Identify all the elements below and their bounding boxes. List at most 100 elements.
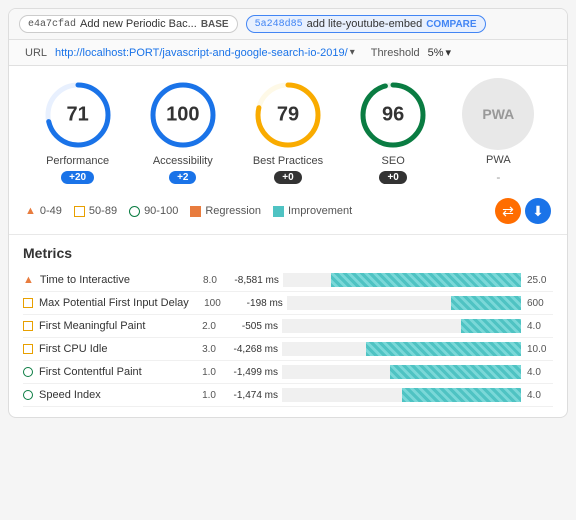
metric-circle-icon: [23, 390, 33, 400]
base-hash: e4a7cfad: [28, 19, 76, 30]
base-commit-badge[interactable]: e4a7cfad Add new Periodic Bac... BASE: [19, 15, 238, 33]
best-practices-delta: +0: [274, 171, 301, 184]
accessibility-circle: 100: [147, 79, 219, 151]
metric-compare-val: 4.0: [527, 321, 553, 332]
best-practices-label: Best Practices: [253, 155, 323, 167]
metric-triangle-icon: ▲: [23, 274, 34, 286]
best-practices-value: 79: [277, 103, 299, 126]
metric-bar-fill: [366, 342, 521, 356]
seo-circle: 96: [357, 79, 429, 151]
metric-bar-container: -8,581 ms: [223, 273, 521, 287]
metric-bar-container: -505 ms: [222, 319, 521, 333]
threshold-arrow: ▾: [446, 46, 452, 59]
metric-compare-val: 25.0: [527, 275, 553, 286]
metric-row-speed-index: Speed Index 1.0 -1,474 ms 4.0: [23, 384, 553, 407]
action-button-blue[interactable]: ⬇: [525, 198, 551, 224]
metric-name: Time to Interactive: [40, 274, 185, 286]
metric-name: First Contentful Paint: [39, 366, 184, 378]
performance-value: 71: [66, 103, 88, 126]
metric-compare-val: 10.0: [527, 344, 553, 355]
metric-bar-container: -1,474 ms: [222, 388, 521, 402]
metric-bar-fill: [451, 296, 521, 310]
metric-compare-val: 4.0: [527, 390, 553, 401]
pwa-text: PWA: [482, 106, 514, 122]
metric-bar-wrap: [287, 296, 521, 310]
metric-base-val: 8.0: [191, 275, 217, 286]
accessibility-label: Accessibility: [153, 155, 213, 167]
metric-base-val: 100: [195, 298, 221, 309]
metric-diff: -4,268 ms: [222, 344, 278, 355]
metric-bar-wrap: [282, 388, 521, 402]
threshold-label: Threshold: [371, 47, 420, 59]
metric-row-first-contentful-paint: First Contentful Paint 1.0 -1,499 ms 4.0: [23, 361, 553, 384]
metric-bar-wrap: [283, 273, 521, 287]
metric-square-icon: [23, 344, 33, 354]
metrics-title: Metrics: [23, 245, 553, 261]
base-label: BASE: [201, 19, 229, 30]
metric-name: First CPU Idle: [39, 343, 184, 355]
legend-regression: Regression: [190, 205, 261, 217]
metric-name: Speed Index: [39, 389, 184, 401]
compare-commit-badge[interactable]: 5a248d85 add lite-youtube-embed COMPARE: [246, 15, 486, 33]
metric-bar-fill: [402, 388, 522, 402]
regression-icon: [190, 206, 201, 217]
best-practices-circle: 79: [252, 79, 324, 151]
score-performance: 71 Performance +20: [42, 79, 114, 184]
metric-row-first-cpu-idle: First CPU Idle 3.0 -4,268 ms 10.0: [23, 338, 553, 361]
metric-circle-icon: [23, 367, 33, 377]
metric-row-time-to-interactive: ▲ Time to Interactive 8.0 -8,581 ms 25.0: [23, 269, 553, 292]
legend-section: ▲ 0-49 50-89 90-100 Regression Improveme…: [9, 188, 567, 235]
metric-bar-fill: [461, 319, 521, 333]
seo-label: SEO: [382, 155, 405, 167]
circle-icon: [129, 206, 140, 217]
metric-bar-fill: [331, 273, 521, 287]
base-msg: Add new Periodic Bac...: [80, 18, 197, 30]
legend-90-100: 90-100: [129, 205, 178, 217]
pwa-circle: PWA: [462, 78, 534, 150]
metric-name: Max Potential First Input Delay: [39, 297, 189, 309]
url-label: URL: [25, 47, 47, 59]
performance-label: Performance: [46, 155, 109, 167]
score-best-practices: 79 Best Practices +0: [252, 79, 324, 184]
metric-bar-fill: [390, 365, 521, 379]
metric-bar-container: -198 ms: [227, 296, 521, 310]
threshold-selector[interactable]: 5% ▾: [428, 46, 451, 59]
triangle-icon: ▲: [25, 205, 36, 217]
score-accessibility: 100 Accessibility +2: [147, 79, 219, 184]
improvement-icon: [273, 206, 284, 217]
metric-diff: -1,474 ms: [222, 390, 278, 401]
metrics-section: Metrics ▲ Time to Interactive 8.0 -8,581…: [9, 235, 567, 417]
legend-90-100-label: 90-100: [144, 205, 178, 217]
scores-section: 71 Performance +20 100 Accessibility +2: [9, 66, 567, 188]
url-dropdown-arrow: ▾: [350, 47, 355, 58]
performance-circle: 71: [42, 79, 114, 151]
legend-regression-label: Regression: [205, 205, 261, 217]
metric-base-val: 1.0: [190, 390, 216, 401]
metric-row-max-first-input-delay: Max Potential First Input Delay 100 -198…: [23, 292, 553, 315]
legend-0-49-label: 0-49: [40, 205, 62, 217]
metric-diff: -1,499 ms: [222, 367, 278, 378]
accessibility-delta: +2: [169, 171, 196, 184]
metric-compare-val: 600: [527, 298, 553, 309]
performance-delta: +20: [61, 171, 94, 184]
action-button-orange[interactable]: ⇄: [495, 198, 521, 224]
score-pwa: PWA PWA -: [462, 78, 534, 184]
metric-bar-wrap: [282, 342, 521, 356]
metric-diff: -198 ms: [227, 298, 283, 309]
metric-base-val: 1.0: [190, 367, 216, 378]
score-seo: 96 SEO +0: [357, 79, 429, 184]
url-text: http://localhost:PORT/javascript-and-goo…: [55, 47, 348, 59]
url-selector[interactable]: http://localhost:PORT/javascript-and-goo…: [55, 47, 355, 59]
legend-improvement-label: Improvement: [288, 205, 352, 217]
url-bar: URL http://localhost:PORT/javascript-and…: [9, 40, 567, 66]
compare-hash: 5a248d85: [255, 19, 303, 30]
metrics-rows: ▲ Time to Interactive 8.0 -8,581 ms 25.0…: [23, 269, 553, 407]
metric-bar-wrap: [282, 319, 521, 333]
legend-0-49: ▲ 0-49: [25, 205, 62, 217]
metric-bar-container: -1,499 ms: [222, 365, 521, 379]
metric-row-first-meaningful-paint: First Meaningful Paint 2.0 -505 ms 4.0: [23, 315, 553, 338]
seo-delta: +0: [379, 171, 406, 184]
metric-bar-container: -4,268 ms: [222, 342, 521, 356]
threshold-text: 5%: [428, 47, 444, 59]
metric-diff: -505 ms: [222, 321, 278, 332]
